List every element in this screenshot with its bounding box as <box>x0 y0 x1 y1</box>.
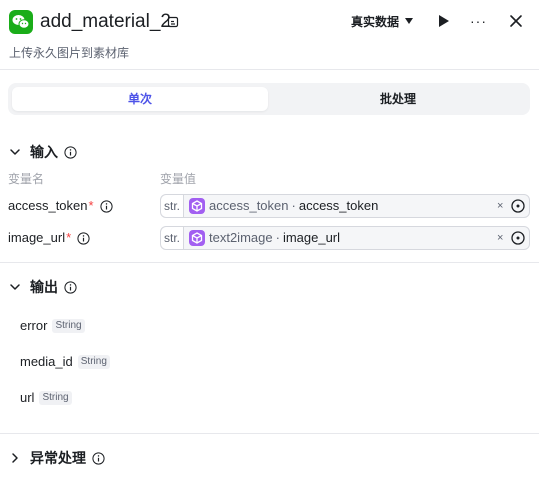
info-icon[interactable] <box>99 199 113 213</box>
source-node-name: text2image <box>209 230 273 245</box>
output-section-header[interactable]: 输出 <box>8 277 77 297</box>
info-icon[interactable] <box>64 280 77 294</box>
output-item: media_id String <box>20 353 110 371</box>
variable-picker-icon[interactable] <box>510 230 526 246</box>
output-var-name: error <box>20 318 48 333</box>
column-label-name: 变量名 <box>8 172 45 186</box>
variable-reference[interactable]: access_token · access_token <box>209 195 378 217</box>
variable-reference-field[interactable]: str. access_token · access_token × <box>160 194 530 218</box>
required-mark: * <box>88 198 94 213</box>
type-badge: String <box>39 391 72 405</box>
close-icon[interactable] <box>508 13 524 29</box>
data-mode-select[interactable]: 真实数据 <box>351 14 399 30</box>
divider <box>0 262 539 263</box>
chevron-down-icon[interactable] <box>8 280 22 294</box>
source-variable: access_token <box>298 198 379 213</box>
output-var-name: url <box>20 390 35 405</box>
node-icon <box>189 198 205 214</box>
edit-icon[interactable] <box>167 15 179 28</box>
chevron-down-icon[interactable] <box>8 145 22 159</box>
variable-picker-icon[interactable] <box>510 198 526 214</box>
exception-section-title: 异常处理 <box>30 450 86 466</box>
tab-single[interactable]: 单次 <box>12 87 268 111</box>
output-section-title: 输出 <box>30 279 58 295</box>
more-icon[interactable]: ··· <box>470 11 490 31</box>
separator: · <box>291 198 296 213</box>
type-select[interactable]: str. <box>161 227 184 249</box>
input-var-label: access_token <box>8 198 88 213</box>
input-var-name: image_url * <box>8 229 90 247</box>
input-var-label: image_url <box>8 230 66 245</box>
node-description: 上传永久图片到素材库 <box>9 46 130 60</box>
clear-icon[interactable]: × <box>497 227 503 249</box>
input-section-header[interactable]: 输入 <box>8 142 77 162</box>
caret-down-icon[interactable] <box>405 18 413 24</box>
run-icon[interactable] <box>439 15 449 27</box>
run-mode-tabs: 单次 批处理 <box>8 83 530 115</box>
divider <box>0 433 539 434</box>
node-icon <box>189 230 205 246</box>
exception-section-header[interactable]: 异常处理 <box>8 448 105 468</box>
column-label-value: 变量值 <box>160 172 197 186</box>
output-item: url String <box>20 389 72 407</box>
source-node-name: access_token <box>209 198 289 213</box>
info-icon[interactable] <box>64 145 77 159</box>
input-section-title: 输入 <box>30 144 58 160</box>
info-icon[interactable] <box>92 451 105 465</box>
variable-reference-field[interactable]: str. text2image · image_url × <box>160 226 530 250</box>
separator: · <box>275 230 280 245</box>
wechat-icon <box>9 10 33 34</box>
type-select[interactable]: str. <box>161 195 184 217</box>
input-var-name: access_token * <box>8 197 113 215</box>
tab-batch[interactable]: 批处理 <box>270 87 526 111</box>
info-icon[interactable] <box>77 231 90 245</box>
variable-reference[interactable]: text2image · image_url <box>209 227 340 249</box>
type-badge: String <box>52 319 85 333</box>
node-title[interactable]: add_material_2 <box>40 9 171 35</box>
output-var-name: media_id <box>20 354 73 369</box>
type-badge: String <box>77 355 110 369</box>
required-mark: * <box>66 230 72 245</box>
source-variable: image_url <box>282 230 341 245</box>
node-header: add_material_2 真实数据 ··· 上传永久图片到素材库 <box>0 0 539 70</box>
clear-icon[interactable]: × <box>497 195 503 217</box>
output-item: error String <box>20 317 85 335</box>
chevron-right-icon[interactable] <box>8 451 22 465</box>
